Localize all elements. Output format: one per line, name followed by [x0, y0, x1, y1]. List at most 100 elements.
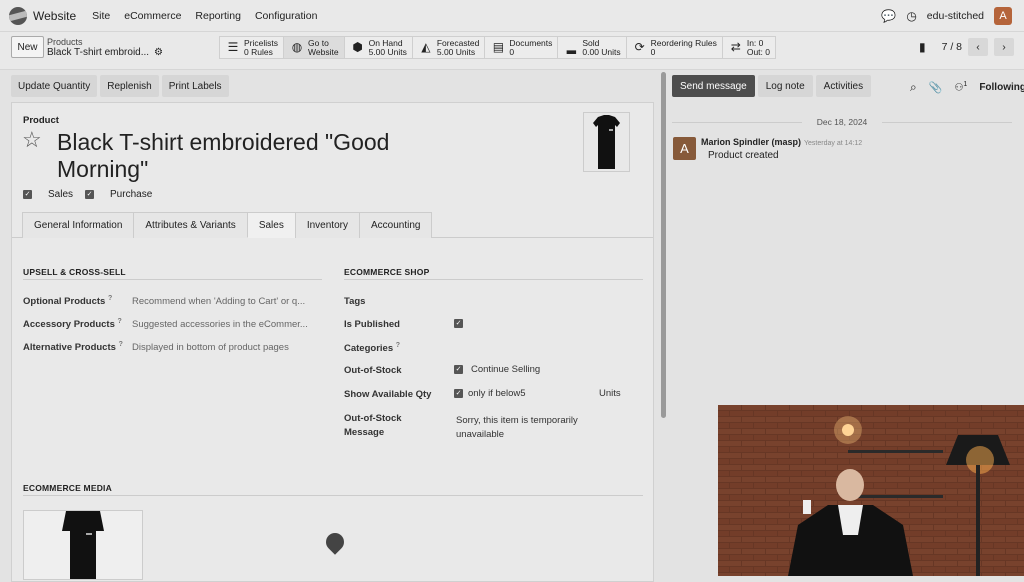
new-button[interactable]: New	[11, 36, 44, 58]
update-quantity-button[interactable]: Update Quantity	[11, 75, 98, 97]
tshirt-media-image	[24, 511, 142, 579]
map-pin-icon	[322, 529, 348, 555]
followers-button[interactable]: ⚇1	[954, 81, 967, 93]
tab-inventory[interactable]: Inventory	[294, 212, 360, 238]
product-form-sheet: Product ☆ Black T-shirt embroidered "Goo…	[11, 102, 654, 582]
activities-button[interactable]: Activities	[815, 75, 872, 97]
paperclip-icon[interactable]: 📎	[929, 81, 943, 94]
pager-value[interactable]: 7 / 8	[942, 41, 962, 53]
website-app-icon[interactable]	[9, 6, 27, 25]
product-name-field[interactable]: Black T-shirt embroidered "Good Morning"	[57, 129, 437, 183]
menu-ecommerce[interactable]: eCommerce	[124, 10, 181, 22]
out-of-stock-message-field[interactable]: Sorry, this item is temporarily unavailab…	[456, 414, 578, 442]
breadcrumb-parent[interactable]: Products	[47, 37, 83, 47]
tab-attributes-variants[interactable]: Attributes & Variants	[133, 212, 248, 238]
log-note-button[interactable]: Log note	[757, 75, 813, 97]
form-scrollbar[interactable]	[661, 72, 666, 418]
exchange-icon: ⇄	[730, 40, 741, 54]
product-label: Product	[23, 115, 59, 126]
company-name[interactable]: edu-stitched	[927, 10, 984, 22]
clock-icon[interactable]: ◷	[906, 9, 916, 23]
replenish-button[interactable]: Replenish	[100, 75, 159, 97]
following-button[interactable]: Following	[979, 82, 1024, 93]
pricelists-button[interactable]: ☰ Pricelists 0 Rules	[220, 37, 285, 58]
smart-buttons: ☰ Pricelists 0 Rules ◍ Go to Website ⬢ On Han…	[219, 36, 776, 59]
reordering-rules-button[interactable]: ⟳ Reordering Rules 0	[627, 37, 723, 58]
optional-products-input[interactable]: Recommend when 'Adding to Cart' or q...	[132, 296, 317, 307]
menu-site[interactable]: Site	[92, 10, 110, 22]
user-avatar[interactable]: A	[994, 7, 1012, 25]
chat-icon[interactable]: 💬	[881, 9, 896, 23]
tab-accounting[interactable]: Accounting	[358, 212, 433, 238]
label-line: Message	[344, 427, 385, 438]
menu-configuration[interactable]: Configuration	[255, 10, 317, 22]
gear-icon[interactable]: ⚙	[154, 47, 163, 58]
help-icon[interactable]: ?	[118, 318, 122, 325]
help-icon[interactable]: ?	[108, 295, 112, 302]
out-of-stock-label: Out-of-Stock	[344, 365, 402, 376]
purchase-label: Purchase	[110, 189, 153, 200]
send-message-button[interactable]: Send message	[672, 75, 755, 97]
sold-button[interactable]: ▂ Sold 0.00 Units	[558, 37, 627, 58]
show-available-qty-checkbox[interactable]: ✓	[454, 389, 463, 398]
systray: 💬 ◷ edu-stitched A	[881, 7, 1012, 25]
smart-value: 0.00 Units	[582, 46, 621, 57]
help-icon[interactable]: ?	[119, 341, 123, 348]
product-image[interactable]	[583, 112, 630, 172]
forecasted-button[interactable]: ◭ Forecasted 5.00 Units	[413, 37, 486, 58]
tab-sales[interactable]: Sales	[246, 212, 296, 238]
optional-products-text: Optional Products	[23, 296, 106, 308]
alternative-products-input[interactable]: Displayed in bottom of product pages	[132, 342, 317, 353]
menu-reporting[interactable]: Reporting	[195, 10, 241, 22]
message-author[interactable]: Marion Spindler (masp)	[701, 137, 801, 147]
on-hand-button[interactable]: ⬢ On Hand 5.00 Units	[345, 37, 413, 58]
go-to-website-button[interactable]: ◍ Go to Website	[284, 37, 345, 58]
out-of-stock-message-label: Out-of-Stock Message	[344, 412, 402, 440]
show-available-qty-label: Show Available Qty	[344, 389, 432, 400]
is-published-checkbox[interactable]: ✓	[454, 319, 463, 328]
accessory-products-label: Accessory Products ?	[23, 318, 122, 330]
purchase-checkbox[interactable]: ✓	[85, 190, 95, 199]
pager-previous-button[interactable]: ‹	[968, 38, 988, 56]
tab-general-information[interactable]: General Information	[22, 212, 135, 238]
alternative-products-label: Alternative Products ?	[23, 341, 123, 353]
continue-selling-checkbox[interactable]: ✓	[454, 365, 463, 374]
documents-button[interactable]: ▤ Documents 0	[485, 37, 559, 58]
product-flags: ✓ Sales ✓ Purchase	[23, 189, 152, 200]
print-labels-button[interactable]: Print Labels	[161, 75, 229, 97]
show-available-qty-value[interactable]: only if below5	[468, 387, 526, 401]
smart-value: 5.00 Units	[436, 46, 476, 57]
smart-value: Website	[308, 46, 339, 57]
bookmark-icon[interactable]: ▮	[919, 40, 926, 54]
form-actions: Update Quantity Replenish Print Labels	[11, 75, 229, 97]
units-label: Units	[599, 388, 621, 399]
message-line: unavailable	[456, 429, 505, 440]
search-icon[interactable]: ⌕	[910, 80, 917, 95]
upsell-section-title: UPSELL & CROSS-SELL	[23, 267, 126, 277]
help-icon[interactable]: ?	[396, 342, 400, 349]
pager: ▮ 7 / 8 ‹ ›	[919, 38, 1014, 56]
ecommerce-shop-section-title: ECOMMERCE SHOP	[344, 267, 430, 277]
list-icon: ☰	[227, 40, 239, 54]
categories-label: Categories ?	[344, 342, 400, 354]
only-if-below-text: only if below	[468, 388, 521, 399]
media-thumbnail[interactable]	[23, 510, 143, 580]
divider	[344, 279, 643, 280]
smart-label: Reordering Rules	[650, 37, 717, 48]
favorite-star-icon[interactable]: ☆	[22, 127, 42, 153]
message-header: Marion Spindler (masp) Yesterday at 14:12	[701, 137, 862, 147]
in-out-button[interactable]: ⇄ In: 0 Out: 0	[723, 37, 775, 58]
author-avatar[interactable]: A	[673, 137, 696, 160]
continue-selling-label: Continue Selling	[471, 364, 541, 375]
message-time: Yesterday at 14:12	[804, 140, 863, 147]
threshold-value[interactable]: 5	[520, 388, 525, 399]
smart-value: Out: 0	[746, 46, 770, 57]
sales-checkbox[interactable]: ✓	[23, 190, 32, 199]
smart-value: 0	[650, 46, 656, 57]
smart-value: 0 Rules	[244, 46, 273, 57]
sales-label: Sales	[48, 189, 74, 200]
refresh-icon: ⟳	[634, 40, 645, 54]
accessory-products-input[interactable]: Suggested accessories in the eCommer...	[132, 319, 317, 330]
pager-next-button[interactable]: ›	[994, 38, 1014, 56]
app-name[interactable]: Website	[33, 9, 76, 23]
